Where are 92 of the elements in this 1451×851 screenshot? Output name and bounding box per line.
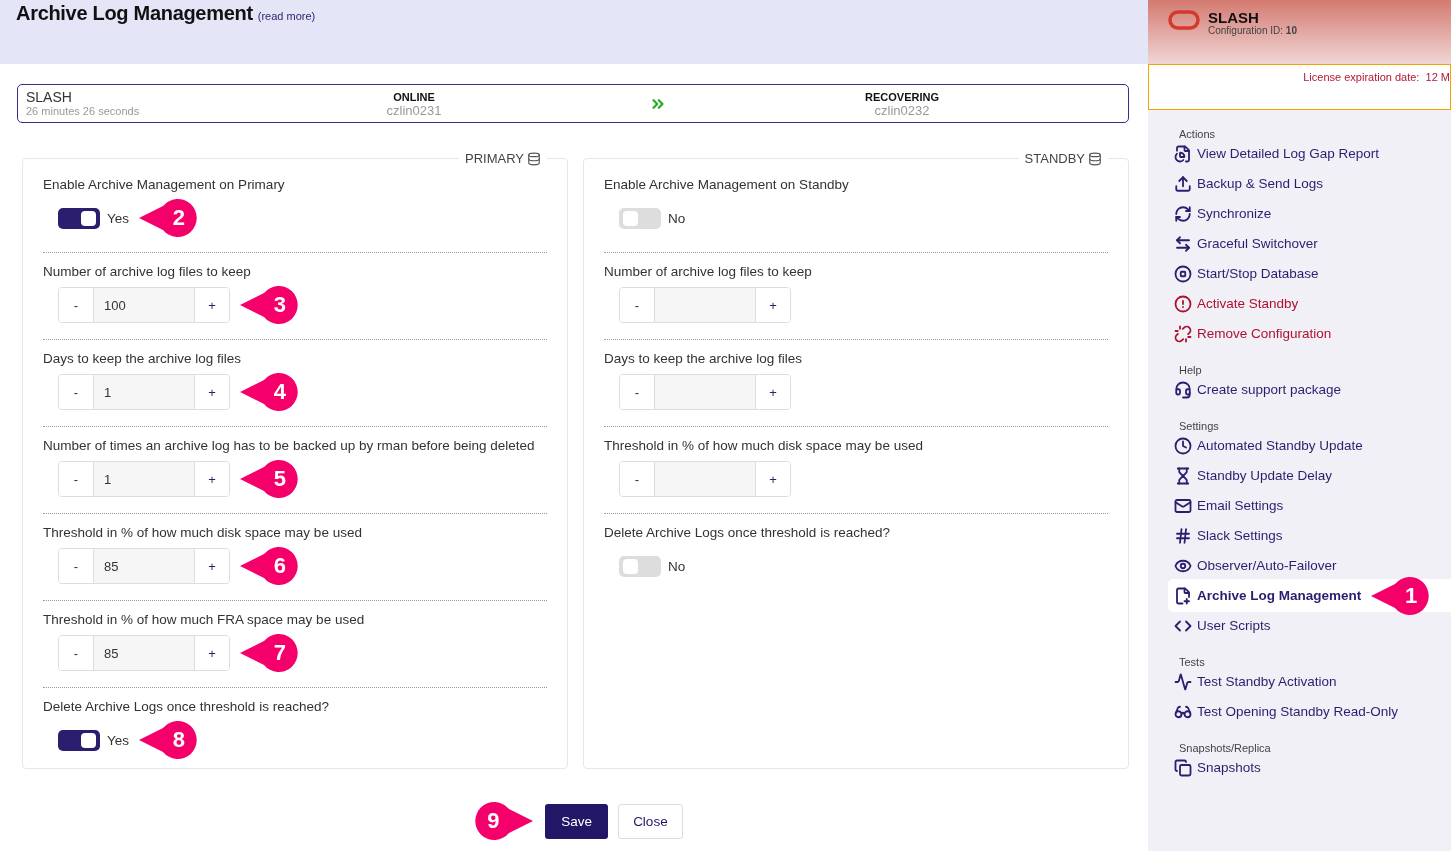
callout-marker: 4 [238,372,300,412]
number-field[interactable] [654,462,756,496]
menu-item[interactable]: Create support package [1174,380,1342,399]
number-field[interactable]: 85 [93,636,195,670]
menu-item-icon [1174,324,1192,343]
menu-item-icon [1174,586,1192,605]
menu-item[interactable]: Backup & Send Logs [1174,174,1324,193]
menu-item[interactable]: Observer/Auto-Failover [1174,556,1337,575]
field-label: Number of times an archive log has to be backed up by rman before being deleted [43,439,536,453]
field-label: Days to keep the archive log files [43,352,243,366]
section-heading: Help [1179,364,1203,376]
section-heading: Actions [1179,128,1217,140]
panel-legend: PRIMARY [465,151,524,166]
callout-marker: 1 [1369,575,1432,616]
menu-item[interactable]: Start/Stop Database [1174,264,1319,283]
menu-item-icon [1174,234,1192,253]
menu-item-icon [1174,526,1192,545]
menu-item[interactable]: Remove Configuration [1174,324,1332,343]
menu-item-icon [1174,380,1192,399]
sidebar-title: SLASH [1208,10,1259,25]
menu-item-icon [1174,264,1192,283]
menu-item-icon [1174,496,1192,515]
callout-marker: 7 [238,633,300,673]
toggle-switch[interactable] [58,729,100,751]
toggle-label: No [668,210,686,226]
section-heading: Tests [1179,656,1206,668]
number-field[interactable]: 85 [93,549,195,583]
section-heading: Settings [1179,420,1220,432]
menu-item-icon [1174,294,1192,313]
save-button[interactable]: Save [545,803,609,839]
elapsed-time: 26 minutes 26 seconds [26,105,140,117]
callout-marker: 3 [238,285,300,325]
primary-state: ONLINE [393,90,435,104]
number-field[interactable] [654,288,756,322]
number-field[interactable] [654,375,756,409]
menu-item-icon [1174,174,1192,193]
close-button[interactable]: Close [618,803,683,839]
primary-host: czlin0231 [386,103,442,117]
menu-item[interactable]: Test Opening Standby Read-Only [1174,702,1399,721]
callout-marker: 2 [137,198,200,238]
field-label: Threshold in % of how much disk space may be used [43,526,363,540]
menu-item[interactable]: View Detailed Log Gap Report [1174,144,1380,163]
field-label: Days to keep the archive log files [604,352,804,366]
license-expiration: License expiration date: 12 M [1303,71,1450,85]
menu-item-icon [1174,144,1192,163]
toggle-label: Yes [107,732,130,748]
database-icon [527,151,541,166]
menu-item-icon [1174,204,1192,223]
configuration-id: Configuration ID: 10 [1208,25,1297,36]
menu-item-icon [1174,466,1192,485]
field-label: Threshold in % of how much disk space may be used [604,439,924,453]
menu-item[interactable]: Graceful Switchover [1174,234,1318,253]
menu-item-icon [1174,758,1192,777]
oval-logo-icon [1168,10,1200,30]
field-label: Delete Archive Logs once threshold is reached? [43,700,330,714]
menu-item[interactable]: Test Standby Activation [1174,672,1337,691]
toggle-switch[interactable] [619,555,661,577]
toggle-switch[interactable] [58,207,100,229]
menu-item[interactable]: Activate Standby [1174,294,1299,313]
callout-marker: 6 [238,546,300,586]
callout-marker: 5 [238,459,300,499]
read-more-link[interactable]: (read more) [257,10,316,22]
configuration-name: SLASH [26,90,72,105]
section-heading: Snapshots/Replica [1179,742,1272,754]
menu-item-icon [1174,672,1192,691]
toggle-label: Yes [107,210,130,226]
number-field[interactable]: 1 [93,462,195,496]
menu-item[interactable]: Slack Settings [1174,526,1283,545]
page-title: Archive Log Management [16,2,253,25]
field-label: Number of archive log files to keep [43,265,252,279]
callout-marker: 8 [137,720,200,760]
toggle-switch[interactable] [619,207,661,229]
toggle-label: No [668,558,686,574]
field-label: Enable Archive Management on Primary [43,178,286,192]
menu-item[interactable]: Automated Standby Update [1174,436,1363,455]
field-label: Delete Archive Logs once threshold is reached? [604,526,891,540]
standby-state: RECOVERING [865,90,939,104]
field-label: Number of archive log files to keep [604,265,813,279]
menu-item[interactable]: Synchronize [1174,204,1272,223]
standby-host: czlin0232 [874,103,930,117]
menu-item[interactable]: Snapshots [1174,758,1261,777]
field-label: Enable Archive Management on Standby [604,178,850,192]
menu-item[interactable]: Archive Log Management [1174,586,1362,605]
menu-item[interactable]: User Scripts [1174,616,1271,635]
number-field[interactable]: 100 [93,288,195,322]
panel-legend: STANDBY [1024,151,1085,166]
menu-item[interactable]: Standby Update Delay [1174,466,1333,485]
field-label: Threshold in % of how much FRA space may be used [43,613,366,627]
menu-item[interactable]: Email Settings [1174,496,1284,515]
database-icon [1088,151,1102,166]
number-field[interactable]: 1 [93,375,195,409]
menu-item-icon [1174,436,1192,455]
